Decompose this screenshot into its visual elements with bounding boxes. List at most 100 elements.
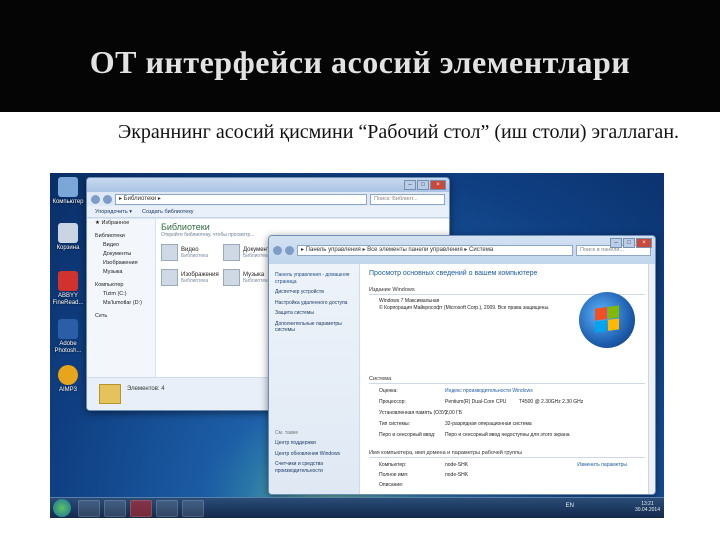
row-key: Перо и сенсорный ввод: [379,432,436,438]
row-value[interactable]: Индекс производительности Windows [445,388,533,394]
nav-item[interactable]: ★ Избранное [87,219,155,228]
search-input[interactable]: Поиск: Библиот... [370,193,445,205]
see-also-link[interactable]: Центр обновления Windows [269,451,359,458]
recycle-bin-icon [58,223,78,243]
see-also-link[interactable]: Центр поддержки [269,440,359,447]
row-key: Процессор: [379,399,406,405]
window-controls: – □ × [404,180,446,190]
scrollbar[interactable] [648,264,655,494]
photoshop-icon [58,319,78,339]
sidebar-link[interactable]: Дополнительные параметры системы [269,321,359,334]
nav-item[interactable]: Сеть [87,312,155,321]
nav-item[interactable]: Изображения [87,259,155,268]
desktop-icon-photoshop[interactable]: Adobe Photosh... [50,319,86,355]
window-controls: – □ × [610,238,652,248]
address-input[interactable]: ▸ Библиотеки ▸ [115,193,367,205]
nav-item[interactable]: Ma'lumotlar (D:) [87,299,155,308]
row-value: 2,00 ГБ [445,410,463,416]
row-key: Описание: [379,482,404,488]
computer-icon [58,177,78,197]
back-button[interactable] [91,194,100,204]
see-also-heading: См. также [275,429,299,436]
start-button[interactable] [53,499,71,517]
system-section: Система [369,376,645,384]
desktop-icon-aimp[interactable]: AIMP3 [50,365,86,394]
library-icon [161,244,178,261]
system-main: Просмотр основных сведений о вашем компь… [369,270,645,494]
row-value: Перо и сенсорный ввод недоступны для это… [445,432,570,438]
row-key: Установленная память (ОЗУ): [379,410,449,416]
taskbar-acrobat-icon[interactable] [130,500,152,517]
nav-item[interactable]: Музыка [87,268,155,277]
windows-logo-icon [579,292,635,348]
library-type: Библиотека [181,277,209,284]
taskbar-control-panel-icon[interactable] [182,500,204,517]
nav-item[interactable]: Библиотеки [87,232,155,241]
system-body: Панель управления - домашняя страница Дис… [269,264,655,494]
slide-text: Экраннинг асосий қисмини “Рабочий стол” … [118,121,680,143]
change-settings-link[interactable]: Изменить параметры [577,462,627,468]
forward-button[interactable] [103,194,112,204]
taskbar-chrome-icon[interactable] [78,500,100,517]
library-type: Библиотека [243,277,271,284]
back-button[interactable] [273,245,282,255]
nav-item[interactable]: Tizim (C:) [87,290,155,299]
row-key: Тип системы: [379,421,410,427]
see-also-link[interactable]: Счетчики и средства производительности [269,461,359,474]
close-button[interactable]: × [430,180,446,190]
sidebar-link[interactable]: Панель управления - домашняя страница [269,272,359,285]
row-key: Компьютер: [379,462,407,468]
close-button[interactable]: × [636,238,652,248]
library-item[interactable]: Видео Библиотека [161,244,223,261]
language-indicator[interactable]: EN [566,503,574,509]
desktop-icon-computer[interactable]: Компьютер [50,177,86,206]
nav-item[interactable]: Компьютер [87,281,155,290]
library-name: Изображения [181,271,219,278]
nav-item[interactable]: Документы [87,250,155,259]
system-address-bar: ▸ Панель управления ▸ Все элементы панел… [269,236,655,264]
maximize-button[interactable]: □ [623,238,635,248]
library-type: Библиотека [181,252,209,259]
taskbar: EN 13:21 30.04.2014 [50,497,664,518]
clock-date: 30.04.2014 [634,507,660,513]
minimize-button[interactable]: – [404,180,416,190]
system-clock[interactable]: 13:21 30.04.2014 [635,501,660,513]
library-item[interactable]: Изображения Библиотека [161,269,223,286]
desktop-icon-abbyy[interactable]: ABBYY FineRead... [50,271,86,307]
aimp-icon [58,365,78,385]
library-icon [223,244,240,261]
sidebar-link[interactable]: Защита системы [269,310,359,317]
new-library-button[interactable]: Создать библиотеку [142,209,194,215]
taskbar-folder-icon[interactable] [156,500,178,517]
row-key: Оценка: [379,388,398,394]
minimize-button[interactable]: – [610,238,622,248]
libraries-folder-icon [99,384,121,404]
system-heading: Просмотр основных сведений о вашем компь… [369,270,538,277]
library-icon [223,269,240,286]
row-value-extra: T4500 @ 2.30GHz 2.30 GHz [519,399,584,405]
libraries-toolbar: Упорядочить ▾ Создать библиотеку [87,206,449,218]
libraries-titlebar[interactable]: – □ × [87,178,449,192]
system-window[interactable]: ▸ Панель управления ▸ Все элементы панел… [268,235,656,495]
library-icon [161,269,178,286]
desktop-screenshot: Компьютер Корзина ABBYY FineRead... Adob… [50,173,664,518]
desktop-icon-recycle-bin[interactable]: Корзина [50,223,86,252]
abbyy-icon [58,271,78,291]
row-value: node-SHK [445,472,469,478]
system-sidebar: Панель управления - домашняя страница Дис… [269,264,360,494]
libraries-title: Библиотеки [161,222,210,232]
nav-item[interactable]: Видео [87,241,155,250]
row-key: Полное имя: [379,472,409,478]
maximize-button[interactable]: □ [417,180,429,190]
organize-button[interactable]: Упорядочить ▾ [95,209,132,215]
forward-button[interactable] [285,245,294,255]
sidebar-link[interactable]: Диспетчер устройств [269,289,359,296]
sidebar-link[interactable]: Настройка удаленного доступа [269,300,359,307]
row-value: Pentium(R) Dual-Core CPU [445,399,507,405]
address-input[interactable]: ▸ Панель управления ▸ Все элементы панел… [297,244,573,256]
libraries-address-bar: ▸ Библиотеки ▸ Поиск: Библиот... [87,192,449,206]
slide-header: ОТ интерфейси асосий элементлари [0,0,720,112]
row-value: node-SHK [445,462,469,468]
taskbar-explorer-icon[interactable] [104,500,126,517]
row-value: 32-разрядная операционная система [445,421,532,427]
